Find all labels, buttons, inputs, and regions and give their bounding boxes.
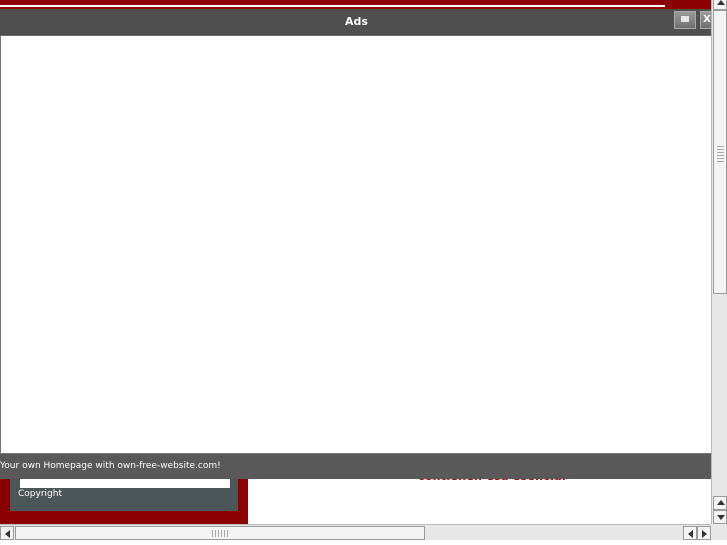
scroll-down-button[interactable] [713,510,727,524]
ads-window: Ads X Your own Homepage with own-free-we… [0,9,714,479]
arrow-up-icon [717,500,725,505]
maximize-button[interactable] [674,11,696,29]
copyright-link[interactable]: Copyright [18,489,62,499]
scroll-up-button[interactable] [713,496,727,510]
grip-icon [212,530,228,537]
scroll-left-button[interactable] [683,526,697,540]
grip-icon [717,146,724,162]
scroll-left-button-start[interactable] [0,526,14,540]
ads-title: Ads [345,15,368,28]
scroll-up-button-top[interactable] [713,0,727,10]
vertical-scroll-thumb[interactable] [713,10,727,294]
vertical-scrollbar[interactable] [711,0,727,524]
maximize-icon [681,16,689,22]
ads-titlebar[interactable]: Ads X [0,9,714,36]
arrow-right-icon [702,530,707,538]
arrow-down-icon [717,515,725,520]
arrow-left-icon [5,530,10,538]
arrow-left-icon [688,530,693,538]
ads-footer: Your own Homepage with own-free-website.… [0,453,713,479]
arrow-up-icon [717,0,725,5]
footer-link[interactable]: Your own Homepage with own-free-website.… [0,461,221,471]
close-icon: X [703,14,711,25]
scrollbar-corner [711,524,727,540]
top-red-divider [0,5,665,7]
horizontal-scrollbar[interactable] [0,524,711,540]
horizontal-scroll-thumb[interactable] [15,526,425,540]
scroll-right-button[interactable] [697,526,711,540]
